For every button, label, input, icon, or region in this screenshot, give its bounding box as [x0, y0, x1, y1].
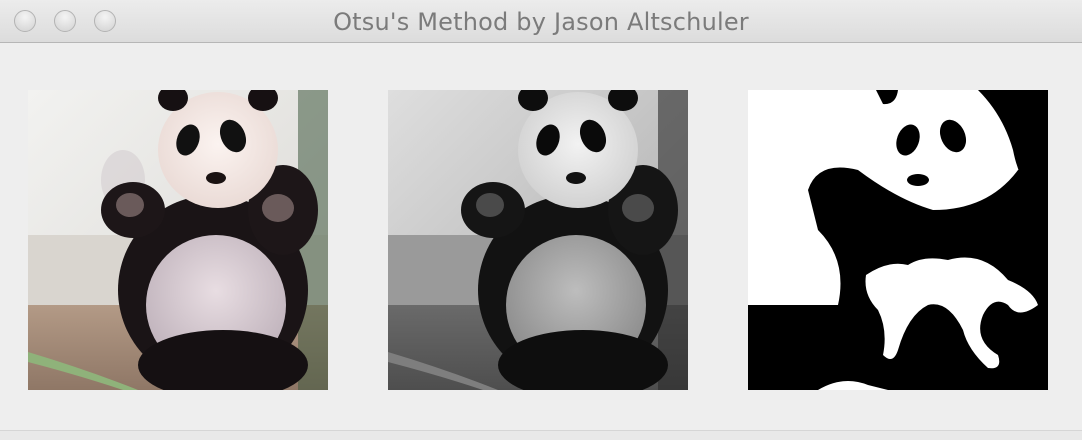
title-bar[interactable]: Otsu's Method by Jason Altschuler [0, 0, 1082, 43]
app-window: Otsu's Method by Jason Altschuler [0, 0, 1082, 440]
original-panda-image [28, 90, 328, 390]
window-title: Otsu's Method by Jason Altschuler [333, 8, 749, 36]
grayscale-panda-image [388, 90, 688, 390]
otsu-threshold-image [748, 90, 1048, 390]
cut-off-window-below [0, 430, 1082, 440]
image-panel-area [0, 43, 1082, 440]
